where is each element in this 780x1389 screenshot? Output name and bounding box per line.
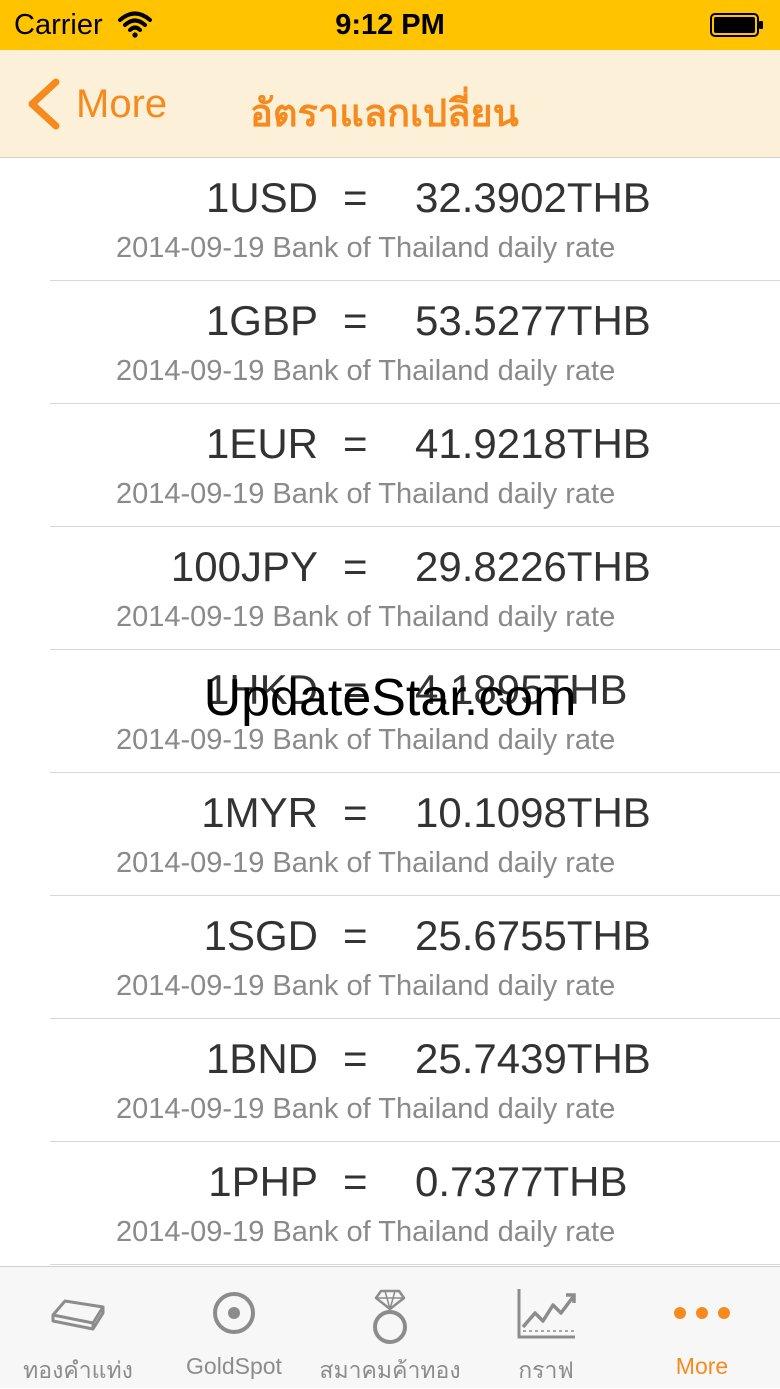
diamond-ring-icon [373,1289,407,1344]
chevron-left-icon [28,78,60,130]
rate-value: 53.5277THB [415,297,651,344]
back-button[interactable]: More [26,74,167,134]
list-item: 1MYR = 10.1098THB 2014-09-19 Bank of Tha… [50,773,780,896]
rate-source-note: 2014-09-19 Bank of Thailand daily rate [116,1216,616,1248]
list-item: 1EUR = 41.9218THB 2014-09-19 Bank of Tha… [50,404,780,527]
list-item: 1SGD = 25.6755THB 2014-09-19 Bank of Tha… [50,896,780,1019]
list-item: 1BND = 25.7439THB 2014-09-19 Bank of Tha… [50,1019,780,1142]
list-item: 1GBP = 53.5277THB 2014-09-19 Bank of Tha… [50,281,780,404]
tab-label: ทองคำแท่ง [23,1357,133,1383]
rate-value: 32.3902THB [415,174,651,221]
rate-source-note: 2014-09-19 Bank of Thailand daily rate [116,601,616,633]
tab-goldspot[interactable]: GoldSpot [156,1267,312,1388]
list-item: 100JPY = 29.8226THB 2014-09-19 Bank of T… [50,527,780,650]
equals-sign: = [343,1035,368,1082]
equals-sign: = [343,666,368,713]
tab-bar: ทองคำแท่ง GoldSpot สมาคมค้าทอง กราฟ More [0,1266,780,1388]
list-item: 1USD = 32.3902THB 2014-09-19 Bank of Tha… [50,158,780,281]
equals-sign: = [343,420,368,467]
equals-sign: = [343,297,368,344]
rate-source-note: 2014-09-19 Bank of Thailand daily rate [116,355,616,387]
tab-label: More [675,1353,729,1379]
rate-value: 29.8226THB [415,543,651,590]
rate-value: 25.6755THB [415,912,651,959]
currency-unit: 1GBP [205,297,318,344]
tab-label: GoldSpot [186,1353,282,1379]
rate-value: 25.7439THB [415,1035,651,1082]
tab-label: สมาคมค้าทอง [319,1357,461,1383]
rate-value: 10.1098THB [415,789,651,836]
equals-sign: = [343,174,368,221]
clock: 9:12 PM [335,9,445,41]
currency-unit: 1BND [205,1035,318,1082]
tab-more[interactable]: More [624,1267,780,1388]
equals-sign: = [343,1158,368,1205]
equals-sign: = [343,543,368,590]
tab-gold-bar[interactable]: ทองคำแท่ง [0,1267,156,1388]
currency-unit: 1HKD [205,666,318,713]
rate-source-note: 2014-09-19 Bank of Thailand daily rate [116,1093,616,1125]
battery-icon [710,13,763,37]
rate-value: 41.9218THB [415,420,651,467]
exchange-rate-list[interactable]: 1USD = 32.3902THB 2014-09-19 Bank of Tha… [0,158,780,1266]
target-icon [213,1292,255,1334]
rate-source-note: 2014-09-19 Bank of Thailand daily rate [116,232,616,264]
currency-unit: 100JPY [170,543,318,590]
gold-bar-icon [51,1299,105,1331]
more-dots-icon [674,1307,730,1319]
currency-unit: 1USD [205,174,318,221]
currency-unit: 1SGD [203,912,318,959]
tab-chart[interactable]: กราฟ [468,1267,624,1388]
currency-unit: 1MYR [201,789,318,836]
chart-icon [517,1289,576,1339]
tab-label: กราฟ [518,1357,574,1383]
navigation-bar: More อัตราแลกเปลี่ยน [0,50,780,158]
equals-sign: = [343,912,368,959]
rate-source-note: 2014-09-19 Bank of Thailand daily rate [116,970,616,1002]
list-item: 1PHP = 0.7377THB 2014-09-19 Bank of Thai… [50,1142,780,1265]
currency-unit: 1PHP [208,1158,318,1205]
page-title: อัตราแลกเปลี่ยน [250,93,519,135]
back-button-label: More [76,81,168,126]
rate-value: 0.7377THB [415,1158,628,1205]
list-item: 1HKD = 4.1895THB 2014-09-19 Bank of Thai… [50,650,780,773]
currency-unit: 1EUR [205,420,318,467]
rate-source-note: 2014-09-19 Bank of Thailand daily rate [116,847,616,879]
rate-value: 4.1895THB [415,666,628,713]
tab-gold-association[interactable]: สมาคมค้าทอง [312,1267,468,1388]
rate-source-note: 2014-09-19 Bank of Thailand daily rate [116,478,616,510]
rate-source-note: 2014-09-19 Bank of Thailand daily rate [116,724,616,756]
status-bar: Carrier 9:12 PM [0,0,780,50]
equals-sign: = [343,789,368,836]
